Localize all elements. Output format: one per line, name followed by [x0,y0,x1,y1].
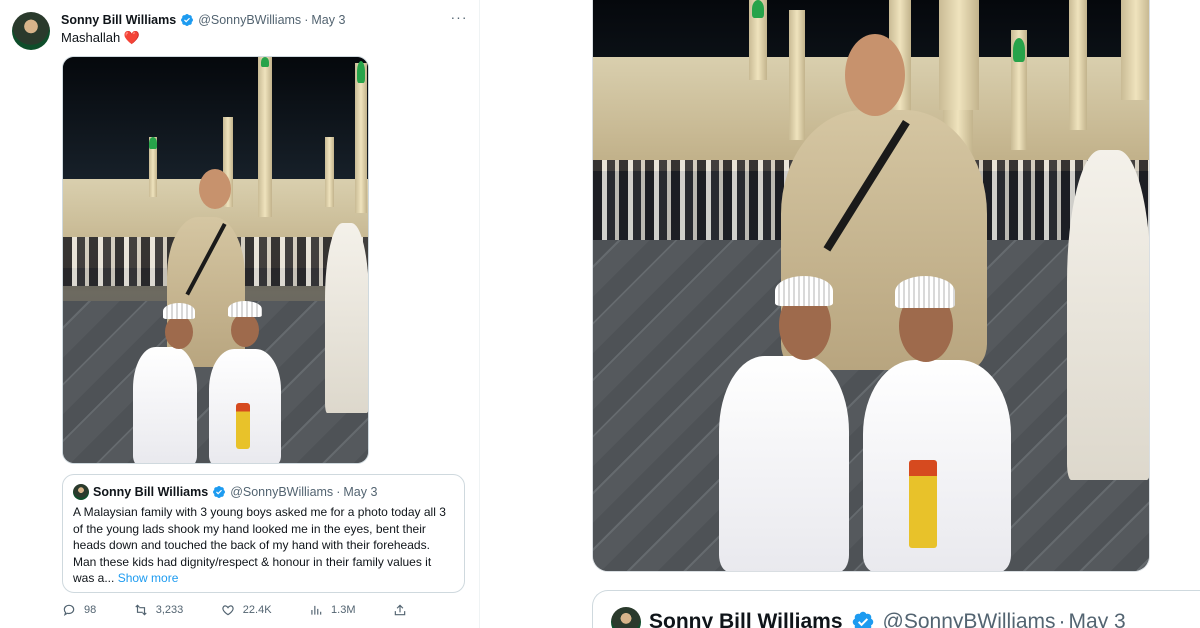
tweet-date[interactable]: May 3 [311,13,345,27]
repost-button[interactable]: 3,233 [134,603,184,617]
verified-badge-icon [213,486,226,498]
views-count: 1.3M [331,604,356,616]
zoomed-quote-avatar [611,607,641,628]
separator-dot: · [336,485,341,499]
quote-text: A Malaysian family with 3 young boys ask… [73,504,454,587]
tweet-card[interactable]: Sonny Bill Williams @SonnyBWilliams · Ma… [0,0,480,628]
quote-header: Sonny Bill Williams @SonnyBWilliams · Ma… [73,484,454,500]
views-button[interactable]: 1.3M [309,603,356,617]
reply-icon [63,604,75,616]
share-icon [394,604,406,616]
reply-count: 98 [84,604,97,616]
zoomed-quote-head: Sonny Bill Williams @SonnyBWilliams · Ma… [611,607,1182,628]
repost-icon [135,604,147,616]
reply-button[interactable]: 98 [62,603,96,617]
zoomed-quote-date: May 3 [1068,610,1126,628]
tweet-photo[interactable] [62,56,369,464]
author-name[interactable]: Sonny Bill Williams [61,13,176,27]
author-handle[interactable]: @SonnyBWilliams [198,13,301,27]
show-more-link[interactable]: Show more [118,571,179,585]
mosque-photo-scene [63,57,368,463]
author-avatar[interactable] [12,12,50,50]
tweet-text: Mashallah ❤️ [61,30,140,46]
tweet-text-body: Mashallah [61,30,121,45]
quote-date: May 3 [343,485,378,499]
quoted-tweet[interactable]: Sonny Bill Williams @SonnyBWilliams · Ma… [62,474,465,593]
mosque-photo-scene-zoomed [593,0,1149,571]
verified-badge-icon [181,14,194,26]
tweet-header: Sonny Bill Williams @SonnyBWilliams · Ma… [61,12,345,28]
share-button[interactable] [393,603,407,617]
quote-avatar [73,484,89,500]
zoomed-photo [592,0,1150,572]
zoomed-quote-author-name: Sonny Bill Williams [649,610,843,628]
heart-icon [222,605,234,616]
tweet-actions: 98 3,233 22.4K 1.3M [62,602,407,618]
red-heart-emoji: ❤️ [123,30,141,45]
repost-count: 3,233 [155,604,184,616]
views-chart-icon [311,605,322,615]
more-options-icon[interactable]: ··· [450,10,468,28]
separator-dot: · [304,13,309,27]
zoomed-quote-handle: @SonnyBWilliams [882,610,1056,628]
verified-badge-icon [852,611,873,628]
separator-dot: · [1058,610,1066,628]
quote-author-name: Sonny Bill Williams [93,485,209,499]
quote-handle: @SonnyBWilliams [230,485,334,499]
like-count: 22.4K [242,604,272,616]
like-button[interactable]: 22.4K [221,603,272,617]
zoomed-quote-header: Sonny Bill Williams @SonnyBWilliams · Ma… [592,590,1200,628]
